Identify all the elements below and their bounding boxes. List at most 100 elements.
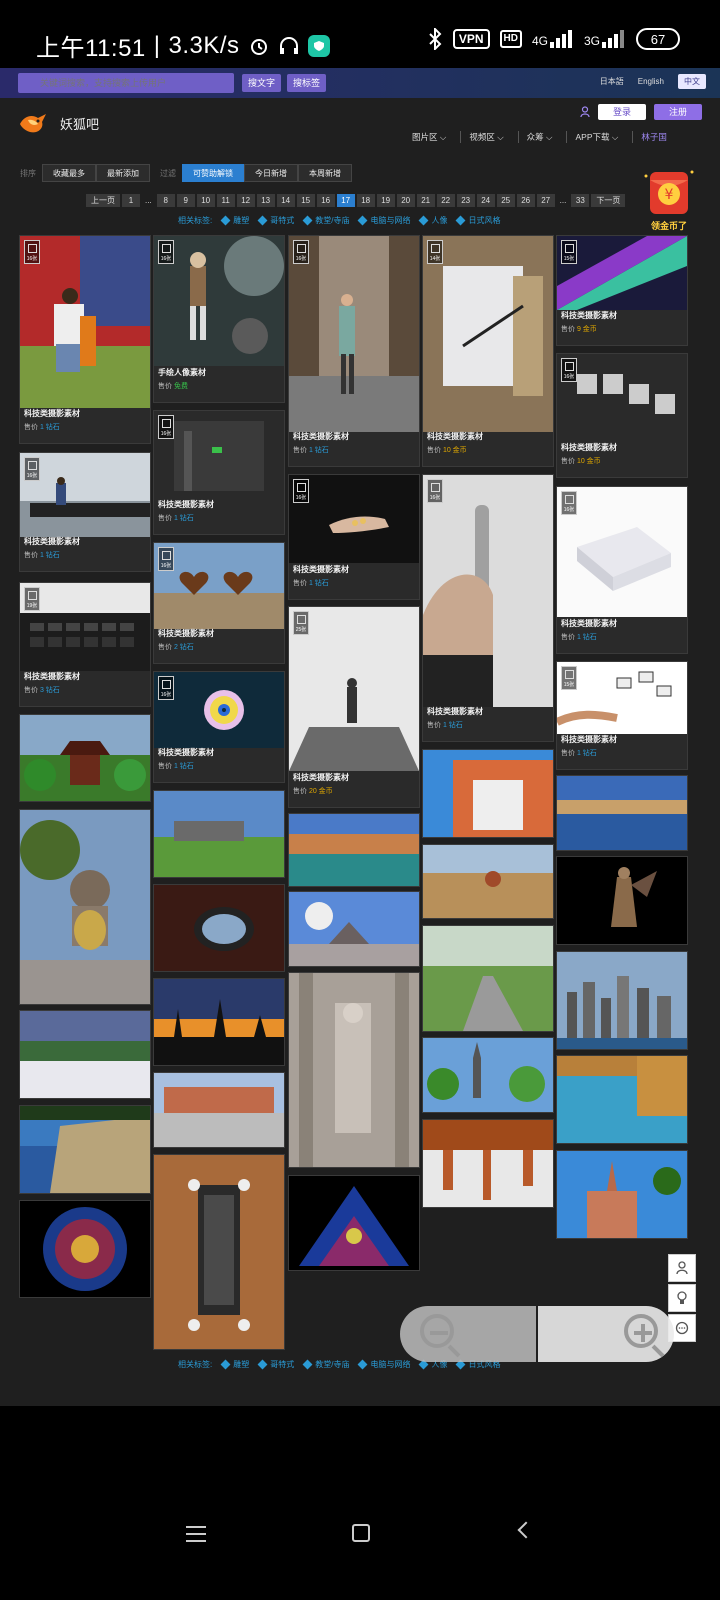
page-button[interactable]: 21 [416,194,435,207]
card-title[interactable]: 科技类摄影素材 [293,430,417,444]
page-button[interactable]: 22 [436,194,455,207]
card-title[interactable]: 科技类摄影素材 [24,407,148,421]
tag-computer-network[interactable]: 电脑与网络 [358,1359,410,1370]
card-title[interactable]: 科技类摄影素材 [24,535,148,549]
card-title[interactable]: 科技类摄影素材 [427,705,551,719]
gallery-photo[interactable] [556,775,688,851]
lang-japanese[interactable]: 日本語 [600,76,624,87]
gallery-card[interactable]: 16张 科技类摄影素材 售价 1 钻石 [19,452,151,572]
card-title[interactable]: 科技类摄影素材 [158,746,282,760]
home-icon[interactable] [352,1524,370,1542]
gallery-photo[interactable] [19,809,151,1005]
zoom-out-button[interactable] [400,1306,536,1362]
sort-most-favorited[interactable]: 收藏最多 [42,164,96,182]
page-button[interactable]: 16 [316,194,335,207]
tag-sculpture[interactable]: 雕塑 [220,1359,249,1370]
gallery-photo[interactable] [153,1072,285,1148]
nav-app-download[interactable]: APP下载 ⌵ [575,131,634,143]
page-button[interactable]: 8 [156,194,175,207]
gallery-photo[interactable] [288,813,420,887]
page-button[interactable]: 13 [256,194,275,207]
search-input[interactable] [18,73,234,93]
search-text-button[interactable]: 搜文字 [242,74,282,92]
gallery-photo[interactable] [556,1055,688,1144]
card-title[interactable]: 科技类摄影素材 [293,563,417,577]
coin-reward-badge[interactable]: ¥ 领金币了 [640,166,698,232]
filter-sponsor-unlock[interactable]: 可赞助解锁 [182,164,244,182]
page-button[interactable]: 14 [276,194,295,207]
gallery-photo[interactable] [422,749,554,838]
gallery-photo[interactable] [422,844,554,919]
card-title[interactable]: 科技类摄影素材 [158,498,282,512]
fox-logo-icon[interactable] [18,110,48,136]
tag-church-temple[interactable]: 教堂/寺庙 [302,215,349,226]
gallery-photo[interactable] [288,1175,420,1271]
gallery-card[interactable]: 15张 科技类摄影素材 售价 9 金币 [556,235,688,346]
page-button[interactable]: 33 [571,194,590,207]
nav-videos[interactable]: 视频区 ⌵ [469,131,519,143]
page-button[interactable]: 24 [476,194,495,207]
gallery-card[interactable]: 14张 科技类摄影素材 售价 10 金币 [422,235,554,467]
page-button[interactable]: 17 [336,194,355,207]
gallery-card[interactable]: 25张 科技类摄影素材 售价 20 金币 [288,606,420,808]
recent-apps-icon[interactable] [186,1526,206,1542]
gallery-card[interactable]: 16张 科技类摄影素材 售价 1 钻石 [153,410,285,535]
card-title[interactable]: 手绘人像素材 [158,366,282,380]
card-title[interactable]: 科技类摄影素材 [561,309,685,323]
card-title[interactable]: 科技类摄影素材 [561,441,685,455]
card-title[interactable]: 科技类摄影素材 [24,670,148,684]
gallery-photo[interactable] [556,1150,688,1239]
page-button[interactable]: 19 [376,194,395,207]
gallery-photo[interactable] [153,884,285,972]
brand-name[interactable]: 妖狐吧 [60,114,99,133]
gallery-photo[interactable] [288,891,420,967]
gallery-card[interactable]: 16张 科技类摄影素材 售价 1 钻石 [288,235,420,467]
filter-today[interactable]: 今日新增 [244,164,298,182]
next-page-button[interactable]: 下一页 [591,194,626,207]
page-button[interactable]: 25 [496,194,515,207]
gallery-card[interactable]: 16张 科技类摄影素材 售价 1 钻石 [288,474,420,600]
gallery-photo[interactable] [153,790,285,878]
page-button[interactable]: 18 [356,194,375,207]
contact-tool-button[interactable] [668,1254,696,1282]
card-title[interactable]: 科技类摄影素材 [158,627,282,641]
tag-portrait[interactable]: 人像 [419,215,447,226]
gallery-photo[interactable] [19,1105,151,1194]
back-icon[interactable] [517,1521,535,1539]
tag-gothic[interactable]: 哥特式 [257,215,294,226]
card-title[interactable]: 科技类摄影素材 [293,771,417,785]
page-button[interactable]: 23 [456,194,475,207]
gallery-card[interactable]: 16张 科技类摄影素材 售价 2 钻石 [153,542,285,664]
page-button[interactable]: 27 [536,194,555,207]
page-button[interactable]: 12 [236,194,255,207]
gallery-card[interactable]: 16张 手绘人像素材 售价 免费 [153,235,285,403]
tag-church-temple[interactable]: 教堂/寺庙 [302,1359,349,1370]
lang-english[interactable]: English [638,77,664,86]
gallery-photo[interactable] [422,1119,554,1208]
tag-japanese-style[interactable]: 日式风格 [456,215,500,226]
page-button[interactable]: 20 [396,194,415,207]
gallery-photo[interactable] [153,1154,285,1350]
page-button[interactable]: 26 [516,194,535,207]
gallery-photo[interactable] [288,972,420,1168]
login-button[interactable]: 登录 [598,104,646,120]
gallery-photo[interactable] [19,714,151,802]
tag-sculpture[interactable]: 雕塑 [220,215,249,226]
gallery-photo[interactable] [19,1010,151,1099]
gallery-photo[interactable] [556,951,688,1050]
gallery-photo[interactable] [422,925,554,1032]
gallery-card[interactable]: 16张 科技类摄影素材 售价 1 钻石 [19,235,151,444]
page-button[interactable]: 15 [296,194,315,207]
tag-computer-network[interactable]: 电脑与网络 [358,215,410,226]
page-button[interactable]: 10 [196,194,215,207]
gallery-card[interactable]: 16张 科技类摄影素材 售价 10 金币 [556,353,688,478]
page-button[interactable]: 9 [176,194,195,207]
page-button[interactable]: 1 [122,194,140,207]
page-button[interactable]: 11 [216,194,235,207]
search-tag-button[interactable]: 搜标签 [287,74,327,92]
gallery-photo[interactable] [422,1037,554,1113]
filter-this-week[interactable]: 本周新增 [298,164,352,182]
user-icon[interactable] [580,106,590,118]
gallery-card[interactable]: 15张 科技类摄影素材 售价 1 钻石 [556,661,688,770]
zoom-in-button[interactable] [538,1306,674,1362]
